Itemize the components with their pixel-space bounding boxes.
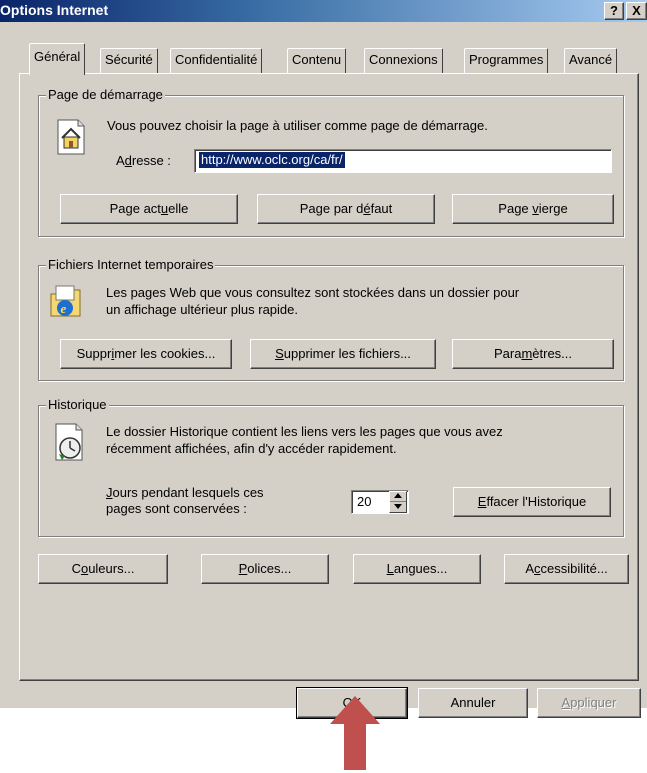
default-page-button[interactable]: Page par défaut [257, 194, 435, 224]
apply-button[interactable]: Appliquer [537, 688, 641, 718]
temp-files-line2: un affichage ultérieur plus rapide. [106, 302, 298, 317]
spin-down-icon[interactable] [394, 504, 402, 509]
days-label-line2: pages sont conservées : [106, 501, 247, 516]
title-bar[interactable]: Options Internet ? X [0, 0, 647, 22]
address-value: http://www.oclc.org/ca/fr/ [199, 152, 345, 168]
temp-files-folder-icon: e [48, 280, 90, 322]
annotation-arrow-icon [330, 696, 380, 770]
close-button[interactable]: X [626, 2, 647, 20]
address-input[interactable]: http://www.oclc.org/ca/fr/ [194, 149, 612, 173]
spin-up-icon[interactable] [394, 493, 402, 498]
accessibility-button[interactable]: Accessibilité... [504, 554, 629, 584]
history-legend: Historique [46, 397, 109, 412]
spin-buttons[interactable] [389, 491, 407, 513]
history-icon [50, 420, 90, 464]
settings-button[interactable]: Paramètres... [452, 339, 614, 369]
tab-programmes[interactable]: Programmes [464, 48, 549, 73]
window-title: Options Internet [0, 2, 109, 18]
temp-files-legend: Fichiers Internet temporaires [46, 257, 216, 272]
current-page-button[interactable]: Page actuelle [60, 194, 238, 224]
homepage-description: Vous pouvez choisir la page à utiliser c… [107, 118, 488, 133]
internet-options-dialog: Options Internet ? X Général Sécurité Co… [0, 0, 647, 719]
delete-files-button[interactable]: Supprimer les fichiers... [250, 339, 436, 369]
tab-confidentialite[interactable]: Confidentialité [170, 48, 263, 73]
svg-text:e: e [61, 301, 67, 316]
days-spinner[interactable]: 20 [351, 490, 409, 514]
tab-general[interactable]: Général [29, 43, 86, 75]
tab-contenu[interactable]: Contenu [287, 48, 347, 73]
homepage-legend: Page de démarrage [46, 87, 165, 102]
help-button[interactable]: ? [604, 2, 624, 20]
spin-divider [390, 501, 406, 502]
tab-avance[interactable]: Avancé [564, 48, 618, 73]
tab-connexions[interactable]: Connexions [364, 48, 443, 73]
cancel-button[interactable]: Annuler [418, 688, 528, 718]
clear-history-button[interactable]: Effacer l'Historique [453, 487, 611, 517]
history-line2: récemment affichées, afin d'y accéder ra… [106, 441, 397, 456]
history-line1: Le dossier Historique contient les liens… [106, 424, 503, 439]
days-value: 20 [357, 494, 372, 509]
temp-files-line1: Les pages Web que vous consultez sont st… [106, 285, 520, 300]
days-label-line1: Jours pendant lesquels ces [106, 485, 264, 500]
blank-page-button[interactable]: Page vierge [452, 194, 614, 224]
delete-cookies-button[interactable]: Supprimer les cookies... [60, 339, 232, 369]
home-page-icon [50, 112, 88, 156]
languages-button[interactable]: Langues... [353, 554, 481, 584]
fonts-button[interactable]: Polices... [201, 554, 329, 584]
address-label: Adresse : [116, 153, 171, 168]
tab-securite[interactable]: Sécurité [100, 48, 158, 73]
colors-button[interactable]: Couleurs... [38, 554, 168, 584]
